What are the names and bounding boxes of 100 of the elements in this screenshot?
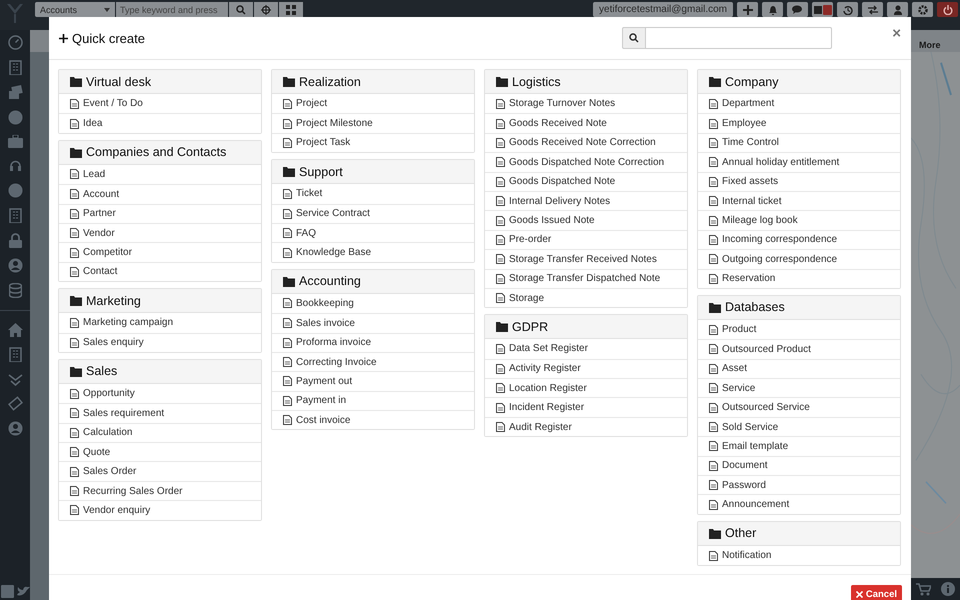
document-icon	[496, 402, 505, 413]
chevron-icon[interactable]	[8, 372, 22, 386]
folder-icon	[70, 146, 82, 158]
section-title: GDPR	[512, 320, 548, 334]
document-icon	[70, 505, 79, 516]
module-link[interactable]: Cost invoice	[272, 410, 474, 430]
folder-icon	[709, 528, 721, 539]
chat-icon	[792, 4, 803, 14]
document-icon	[70, 466, 79, 477]
document-icon	[70, 428, 79, 438]
module-link[interactable]: Audit Register	[485, 416, 687, 436]
search-button[interactable]	[229, 2, 253, 17]
building-icon[interactable]	[8, 208, 22, 223]
document-icon	[70, 338, 79, 348]
briefcase-icon[interactable]	[8, 135, 22, 148]
cart-icon[interactable]	[916, 582, 931, 596]
section-title: Marketing	[86, 294, 141, 308]
module-link[interactable]: Announcement	[698, 494, 900, 514]
document-icon	[709, 500, 718, 510]
module-select[interactable]: Accounts	[35, 2, 115, 17]
folder-icon	[709, 76, 721, 87]
ticket-icon[interactable]	[8, 396, 22, 411]
user-icon[interactable]	[8, 421, 22, 436]
power-icon	[942, 4, 952, 14]
cancel-button[interactable]: Cancel	[850, 585, 902, 600]
document-icon	[283, 138, 292, 148]
module-link[interactable]: Storage	[485, 288, 687, 308]
grid-button[interactable]	[279, 2, 303, 17]
swap-button[interactable]	[862, 2, 883, 17]
calendar-button[interactable]	[812, 2, 833, 17]
document-icon	[709, 441, 718, 452]
module-link[interactable]: Sales enquiry	[59, 332, 261, 352]
gauge-icon[interactable]	[8, 35, 22, 50]
document-icon	[496, 254, 505, 264]
user-button[interactable]	[887, 2, 908, 17]
add-button[interactable]	[737, 2, 758, 17]
module-link[interactable]: Contact	[59, 262, 261, 282]
grid-icon	[286, 4, 296, 14]
folder-icon	[496, 321, 508, 332]
history-button[interactable]	[837, 2, 858, 17]
papers-icon[interactable]	[8, 85, 22, 100]
folder-icon	[283, 166, 295, 178]
document-icon	[70, 447, 79, 458]
crosshair-button[interactable]	[254, 2, 278, 17]
document-icon	[496, 344, 505, 354]
coin-icon[interactable]	[8, 110, 22, 125]
module-link[interactable]: Knowledge Base	[272, 242, 474, 262]
settings-icon	[918, 4, 928, 14]
document-icon	[283, 248, 292, 258]
folder-icon	[709, 302, 721, 313]
document-icon	[70, 248, 79, 258]
document-icon	[709, 344, 718, 354]
database-icon[interactable]	[8, 283, 22, 298]
search-field[interactable]	[646, 27, 832, 49]
search-button[interactable]	[622, 27, 646, 49]
lock-icon[interactable]	[8, 233, 22, 248]
module-link[interactable]: Project Task	[272, 132, 474, 152]
logo-icon	[5, 2, 25, 24]
settings-button[interactable]	[912, 2, 933, 17]
power-button[interactable]	[937, 2, 958, 17]
document-icon	[709, 216, 718, 226]
module-link[interactable]: Vendor enquiry	[59, 500, 261, 520]
folder-icon	[70, 76, 82, 87]
info-icon[interactable]	[941, 582, 955, 596]
crosshair-icon	[261, 4, 271, 14]
document-icon	[496, 293, 505, 304]
document-icon	[496, 364, 505, 374]
section-title: Databases	[725, 300, 785, 314]
document-icon	[709, 98, 718, 109]
chat-button[interactable]	[787, 2, 808, 17]
document-icon	[496, 216, 505, 226]
user-email[interactable]: yetiforcetestmail@gmail.com	[593, 2, 733, 17]
coin-icon[interactable]	[8, 183, 22, 198]
search-field[interactable]: Type keyword and press	[116, 2, 228, 17]
folder-icon	[283, 76, 295, 87]
folder-icon	[496, 76, 508, 87]
document-icon	[709, 324, 718, 335]
document-icon	[283, 376, 292, 386]
twitter-icon[interactable]	[16, 585, 30, 598]
headset-icon[interactable]	[8, 158, 22, 173]
document-icon	[709, 176, 718, 187]
document-icon	[283, 298, 292, 308]
document-icon	[283, 338, 292, 348]
bell-button[interactable]	[762, 2, 783, 17]
section-title: Company	[725, 74, 778, 88]
building-icon[interactable]	[8, 60, 22, 75]
bell-icon	[768, 4, 778, 14]
close-button[interactable]: ×	[892, 24, 901, 42]
document-icon	[283, 415, 292, 426]
document-icon	[70, 118, 79, 129]
linkedin-icon[interactable]	[0, 585, 14, 598]
user-icon[interactable]	[8, 258, 22, 273]
building-icon[interactable]	[8, 347, 22, 362]
more-tab[interactable]: More	[911, 30, 960, 52]
module-link[interactable]: Idea	[59, 113, 261, 133]
home-icon[interactable]	[8, 323, 22, 337]
swap-icon	[868, 4, 878, 14]
section-title: Sales	[86, 364, 118, 378]
section-title: Virtual desk	[86, 74, 152, 88]
module-link[interactable]: Reservation	[698, 268, 900, 288]
